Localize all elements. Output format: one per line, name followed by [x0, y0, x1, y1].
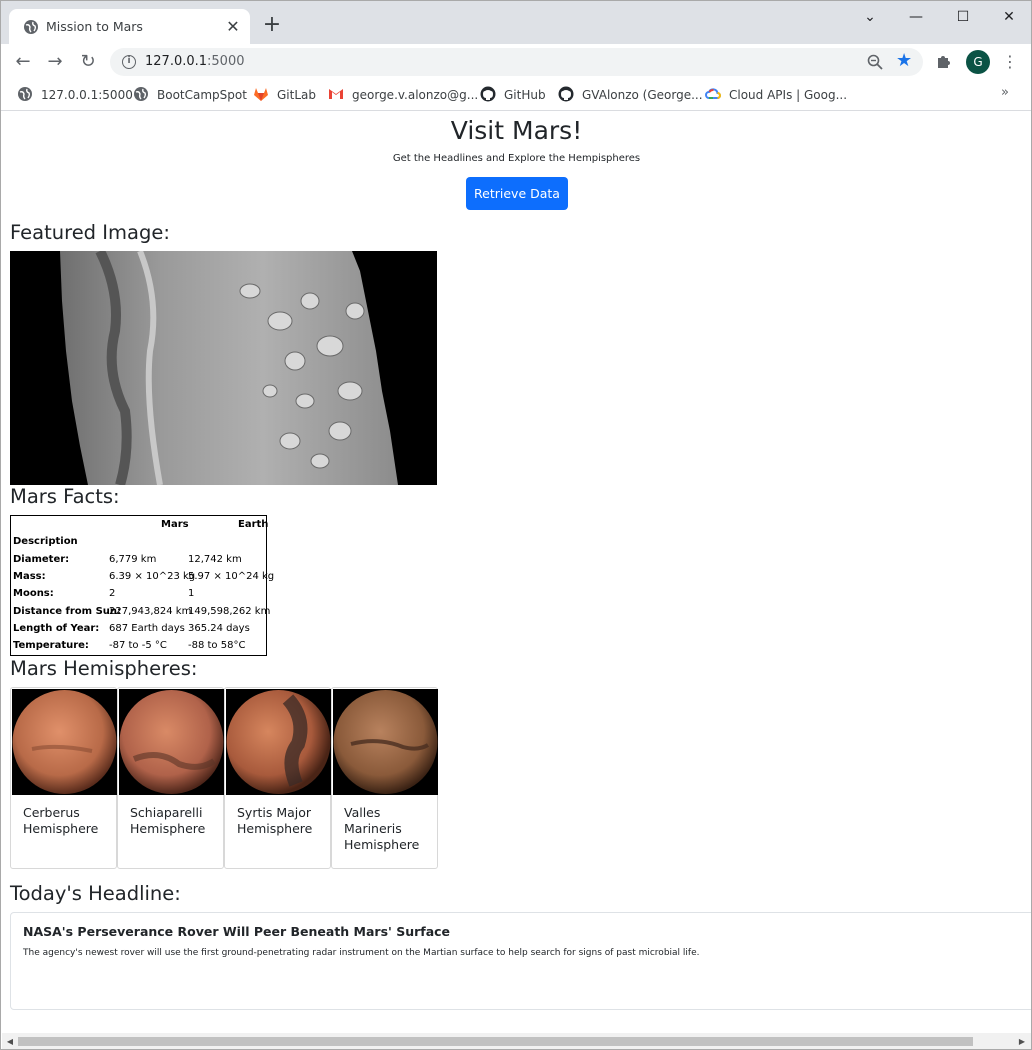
- table-cell-mars: 6.39 × 10^23 kg: [109, 571, 196, 582]
- google-cloud-icon: [705, 88, 721, 99]
- mars-facts-table: Mars Earth Description Diameter: 6,779 k…: [10, 515, 274, 656]
- hemisphere-title[interactable]: Valles Marineris Hemisphere: [344, 805, 434, 853]
- hemisphere-title[interactable]: Cerberus Hemisphere: [23, 805, 113, 837]
- headline-card: NASA's Perseverance Rover Will Peer Bene…: [10, 912, 1031, 1010]
- page-content: Visit Mars! Get the Headlines and Explor…: [2, 112, 1031, 1033]
- table-cell-mars: 6,779 km: [109, 554, 157, 565]
- table-cell-earth: 365.24 days: [188, 623, 250, 634]
- github-icon: [480, 86, 496, 102]
- hemisphere-card-syrtis-major[interactable]: Syrtis Major Hemisphere: [224, 687, 331, 869]
- scrollbar-thumb[interactable]: [18, 1037, 973, 1046]
- bookmark-localhost[interactable]: 127.0.0.1:5000: [17, 86, 133, 104]
- back-arrow-icon[interactable]: ←: [11, 50, 35, 74]
- hemisphere-title[interactable]: Syrtis Major Hemisphere: [237, 805, 327, 837]
- globe-icon: [18, 87, 32, 101]
- scroll-right-icon[interactable]: ▶: [1015, 1034, 1029, 1049]
- cerberus-hemisphere-image: [12, 689, 117, 795]
- browser-menu-icon[interactable]: ⋮: [1001, 50, 1019, 74]
- minimize-icon[interactable]: —: [901, 6, 931, 28]
- valles-marineris-hemisphere-image: [333, 689, 438, 795]
- table-cell-earth: 5.97 × 10^24 kg: [188, 571, 275, 582]
- close-window-icon[interactable]: ✕: [994, 6, 1024, 28]
- url-text[interactable]: 127.0.0.1:5000: [145, 54, 245, 69]
- bookmarks-overflow-icon[interactable]: »: [1001, 85, 1009, 100]
- table-cell-earth: 12,742 km: [188, 554, 242, 565]
- bookmark-gmail[interactable]: george.v.alonzo@g...: [328, 86, 478, 104]
- hemisphere-title[interactable]: Schiaparelli Hemisphere: [130, 805, 220, 837]
- page-title: Visit Mars!: [450, 116, 583, 145]
- page-subtitle: Get the Headlines and Explore the Hempis…: [392, 153, 641, 164]
- schiaparelli-hemisphere-image: [119, 689, 224, 795]
- hemisphere-card-cerberus[interactable]: Cerberus Hemisphere: [10, 687, 117, 869]
- table-row-label: Mass:: [13, 571, 46, 582]
- gmail-icon: [329, 89, 343, 99]
- forward-arrow-icon[interactable]: →: [43, 50, 67, 74]
- horizontal-scrollbar[interactable]: ◀ ▶: [2, 1033, 1031, 1049]
- mars-surface-image: [10, 251, 437, 485]
- syrtis-major-hemisphere-image: [226, 689, 331, 795]
- gitlab-icon: [254, 88, 268, 101]
- site-info-icon[interactable]: i: [122, 55, 136, 69]
- tab-mission-to-mars[interactable]: Mission to Mars ✕: [9, 9, 250, 44]
- bookmark-bootcampspot[interactable]: BootCampSpot: [133, 86, 247, 104]
- github-icon: [558, 86, 574, 102]
- featured-image[interactable]: [10, 251, 437, 485]
- table-cell-mars: 2: [109, 588, 116, 599]
- bookmark-star-icon[interactable]: ★: [896, 50, 912, 71]
- retrieve-data-button[interactable]: Retrieve Data: [466, 177, 568, 210]
- reload-icon[interactable]: ↻: [76, 50, 100, 74]
- browser-window: Mission to Mars ✕ + ⌄ — ☐ ✕ ← → ↻ i 127.…: [0, 0, 1032, 1050]
- table-cell-earth: 1: [188, 588, 195, 599]
- mars-facts-heading: Mars Facts:: [10, 485, 120, 508]
- table-row-label: Diameter:: [13, 554, 70, 565]
- maximize-icon[interactable]: ☐: [948, 6, 978, 28]
- extensions-puzzle-icon[interactable]: [935, 52, 953, 70]
- table-header-earth: Earth: [238, 519, 269, 530]
- table-row-label: Moons:: [13, 588, 54, 599]
- table-cell-mars: 227,943,824 km: [109, 606, 192, 617]
- scroll-left-icon[interactable]: ◀: [3, 1034, 17, 1049]
- hemispheres-grid: Cerberus Hemisphere Schiaparelli Hemisph…: [10, 687, 440, 869]
- table-cell-earth: -88 to 58°C: [188, 640, 246, 651]
- profile-avatar[interactable]: G: [966, 50, 990, 74]
- headline-teaser: The agency's newest rover will use the f…: [23, 948, 700, 958]
- table-cell-earth: 149,598,262 km: [188, 606, 271, 617]
- new-tab-icon[interactable]: +: [260, 13, 284, 37]
- bookmark-github[interactable]: GitHub: [480, 86, 546, 104]
- bookmark-gitlab[interactable]: GitLab: [253, 86, 316, 104]
- table-cell-mars: -87 to -5 °C: [109, 640, 167, 651]
- table-row-label: Length of Year:: [13, 623, 100, 634]
- bookmark-cloud-apis[interactable]: Cloud APIs | Goog...: [705, 86, 847, 104]
- close-tab-icon[interactable]: ✕: [222, 16, 244, 38]
- tab-strip: Mission to Mars ✕ + ⌄ — ☐ ✕: [1, 1, 1031, 44]
- tab-title: Mission to Mars: [46, 19, 143, 34]
- hemisphere-card-schiaparelli[interactable]: Schiaparelli Hemisphere: [117, 687, 224, 869]
- zoom-out-icon[interactable]: [866, 53, 884, 71]
- table-row-label: Distance from Sun:: [13, 606, 122, 617]
- address-bar[interactable]: i 127.0.0.1:5000 ★: [110, 48, 923, 76]
- bookmarks-bar: 127.0.0.1:5000 BootCampSpot GitLab georg…: [1, 80, 1031, 111]
- table-row-label: Temperature:: [13, 640, 89, 651]
- globe-icon: [24, 20, 38, 34]
- headline-title[interactable]: NASA's Perseverance Rover Will Peer Bene…: [23, 924, 450, 939]
- featured-image-heading: Featured Image:: [10, 221, 170, 244]
- tab-search-icon[interactable]: ⌄: [855, 6, 885, 28]
- mars-hemispheres-heading: Mars Hemispheres:: [10, 657, 198, 680]
- todays-headline-heading: Today's Headline:: [10, 882, 181, 905]
- table-header-mars: Mars: [161, 519, 189, 530]
- table-index-label: Description: [13, 536, 78, 547]
- bookmark-gvalonzo[interactable]: GVAlonzo (George...: [558, 86, 703, 104]
- globe-icon: [134, 87, 148, 101]
- browser-toolbar: ← → ↻ i 127.0.0.1:5000 ★ G ⋮: [1, 44, 1031, 80]
- hemisphere-card-valles-marineris[interactable]: Valles Marineris Hemisphere: [331, 687, 438, 869]
- table-cell-mars: 687 Earth days: [109, 623, 185, 634]
